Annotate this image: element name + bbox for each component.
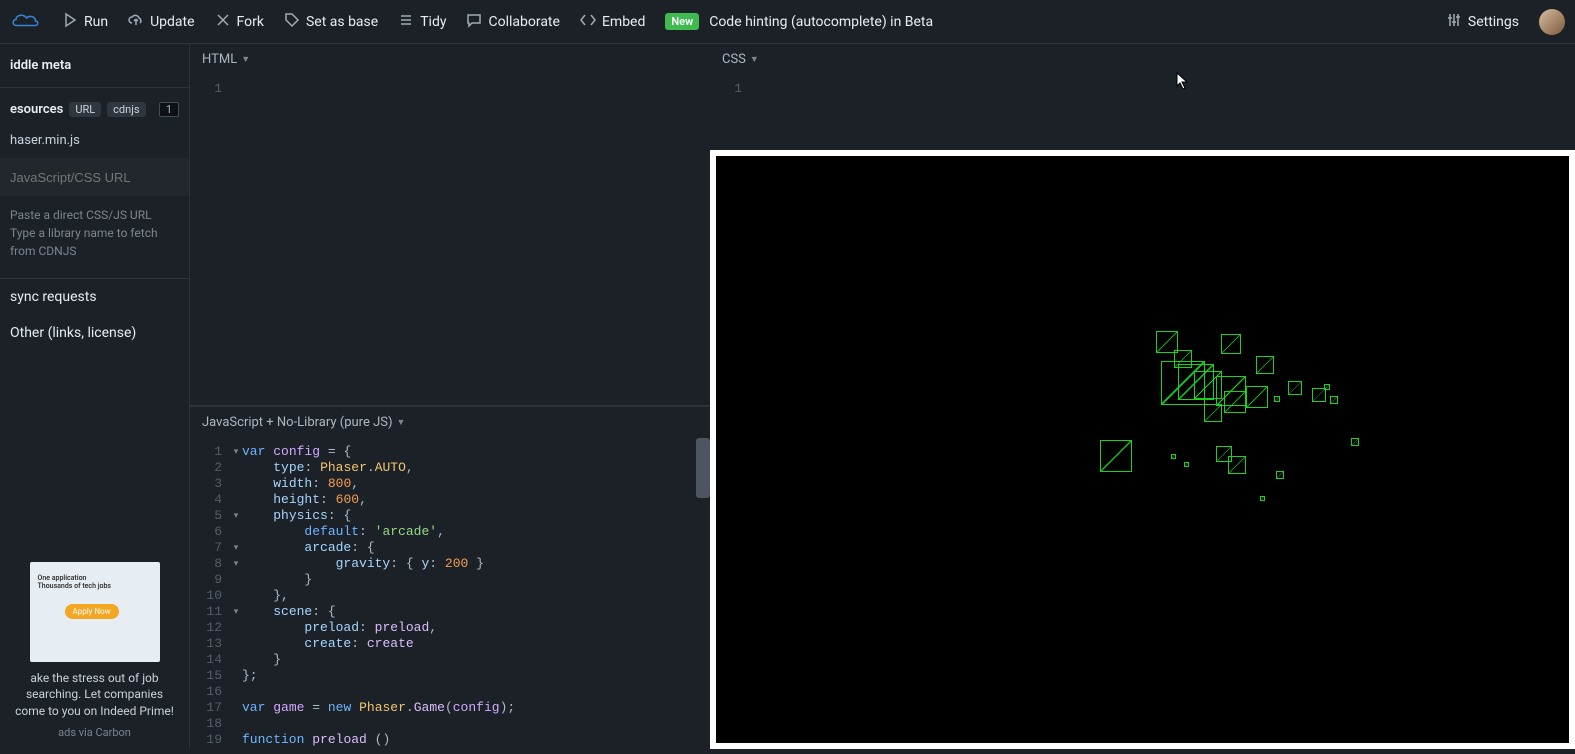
update-label: Update <box>150 14 194 30</box>
html-editor[interactable]: 1 <box>190 75 710 405</box>
ad-apply-button: Apply Now <box>65 604 119 619</box>
collaborate-label: Collaborate <box>488 14 559 30</box>
js-pane: JavaScript + No-Library (pure JS) ▼ 1234… <box>190 406 710 749</box>
js-label: JavaScript + No-Library (pure JS) <box>202 415 393 430</box>
cloud-up-icon <box>128 12 144 32</box>
ad-via: ads via Carbon <box>10 726 179 739</box>
help-line1: Paste a direct CSS/JS URL <box>10 206 179 224</box>
resource-count: 1 <box>159 102 179 117</box>
sidebar: iddle meta esources URL cdnjs 1 haser.mi… <box>0 44 190 749</box>
chevron-down-icon: ▼ <box>241 54 250 65</box>
embed-button[interactable]: Embed <box>570 8 655 36</box>
jsfiddle-logo[interactable] <box>10 11 40 33</box>
css-label: CSS <box>722 52 746 67</box>
js-editor[interactable]: 12345678910111213141516171819 ▾▾▾▾▾ var … <box>190 438 710 754</box>
set-as-base-label: Set as base <box>306 14 378 30</box>
chevron-down-icon: ▼ <box>397 417 406 428</box>
scrollbar-thumb[interactable] <box>696 438 710 498</box>
help-line2: Type a library name to fetch from CDNJS <box>10 224 179 260</box>
tidy-label: Tidy <box>420 14 446 30</box>
main: iddle meta esources URL cdnjs 1 haser.mi… <box>0 44 1575 749</box>
run-label: Run <box>84 14 108 30</box>
fork-icon <box>215 12 231 32</box>
css-pane-header[interactable]: CSS ▼ <box>710 44 1575 75</box>
tag-icon <box>284 12 300 32</box>
list-icon <box>398 12 414 32</box>
html-pane-header[interactable]: HTML ▼ <box>190 44 710 75</box>
css-editor[interactable]: 1 <box>710 75 1575 145</box>
editor-stack: HTML ▼ 1 JavaScript + No-Library (pure J… <box>190 44 710 749</box>
run-button[interactable]: Run <box>52 8 118 36</box>
right-column: CSS ▼ 1 <box>710 44 1575 749</box>
pill-url: URL <box>69 102 101 117</box>
update-button[interactable]: Update <box>118 8 204 36</box>
chevron-down-icon: ▼ <box>750 54 759 65</box>
resource-help: Paste a direct CSS/JS URL Type a library… <box>0 196 189 270</box>
settings-label: Settings <box>1468 14 1519 30</box>
resource-url-row: + <box>0 158 189 196</box>
resources-header[interactable]: esources URL cdnjs 1 <box>0 96 189 123</box>
html-pane: HTML ▼ 1 <box>190 44 710 406</box>
async-requests-item[interactable]: sync requests <box>0 279 189 315</box>
set-as-base-button[interactable]: Set as base <box>274 8 388 36</box>
resources-label: esources <box>10 102 63 117</box>
fork-label: Fork <box>237 14 264 30</box>
sliders-icon <box>1446 12 1462 32</box>
ad-box[interactable]: One applicationThousands of tech jobs Ap… <box>0 552 189 749</box>
ad-text: ake the stress out of job searching. Let… <box>10 670 179 720</box>
hint-text[interactable]: Code hinting (autocomplete) in Beta <box>709 14 933 30</box>
chat-icon <box>466 12 482 32</box>
other-links-item[interactable]: Other (links, license) <box>0 315 189 351</box>
topbar: Run Update Fork Set as base Tidy Collabo… <box>0 0 1575 44</box>
play-icon <box>62 12 78 32</box>
fiddle-meta-header[interactable]: iddle meta <box>0 52 189 79</box>
tidy-button[interactable]: Tidy <box>388 8 456 36</box>
settings-button[interactable]: Settings <box>1436 8 1529 36</box>
output-frame <box>710 150 1575 749</box>
avatar[interactable] <box>1539 9 1565 35</box>
resource-url-input[interactable] <box>10 170 186 185</box>
embed-label: Embed <box>602 14 645 30</box>
ad-image: One applicationThousands of tech jobs Ap… <box>30 562 160 662</box>
resource-item[interactable]: haser.min.js <box>0 123 189 158</box>
pill-cdnjs: cdnjs <box>107 102 145 117</box>
fork-button[interactable]: Fork <box>205 8 274 36</box>
html-label: HTML <box>202 52 237 67</box>
result-canvas[interactable] <box>716 156 1569 743</box>
collaborate-button[interactable]: Collaborate <box>456 8 569 36</box>
css-pane: CSS ▼ 1 <box>710 44 1575 150</box>
code-icon <box>580 12 596 32</box>
js-pane-header[interactable]: JavaScript + No-Library (pure JS) ▼ <box>190 406 710 438</box>
new-badge: New <box>665 13 699 30</box>
